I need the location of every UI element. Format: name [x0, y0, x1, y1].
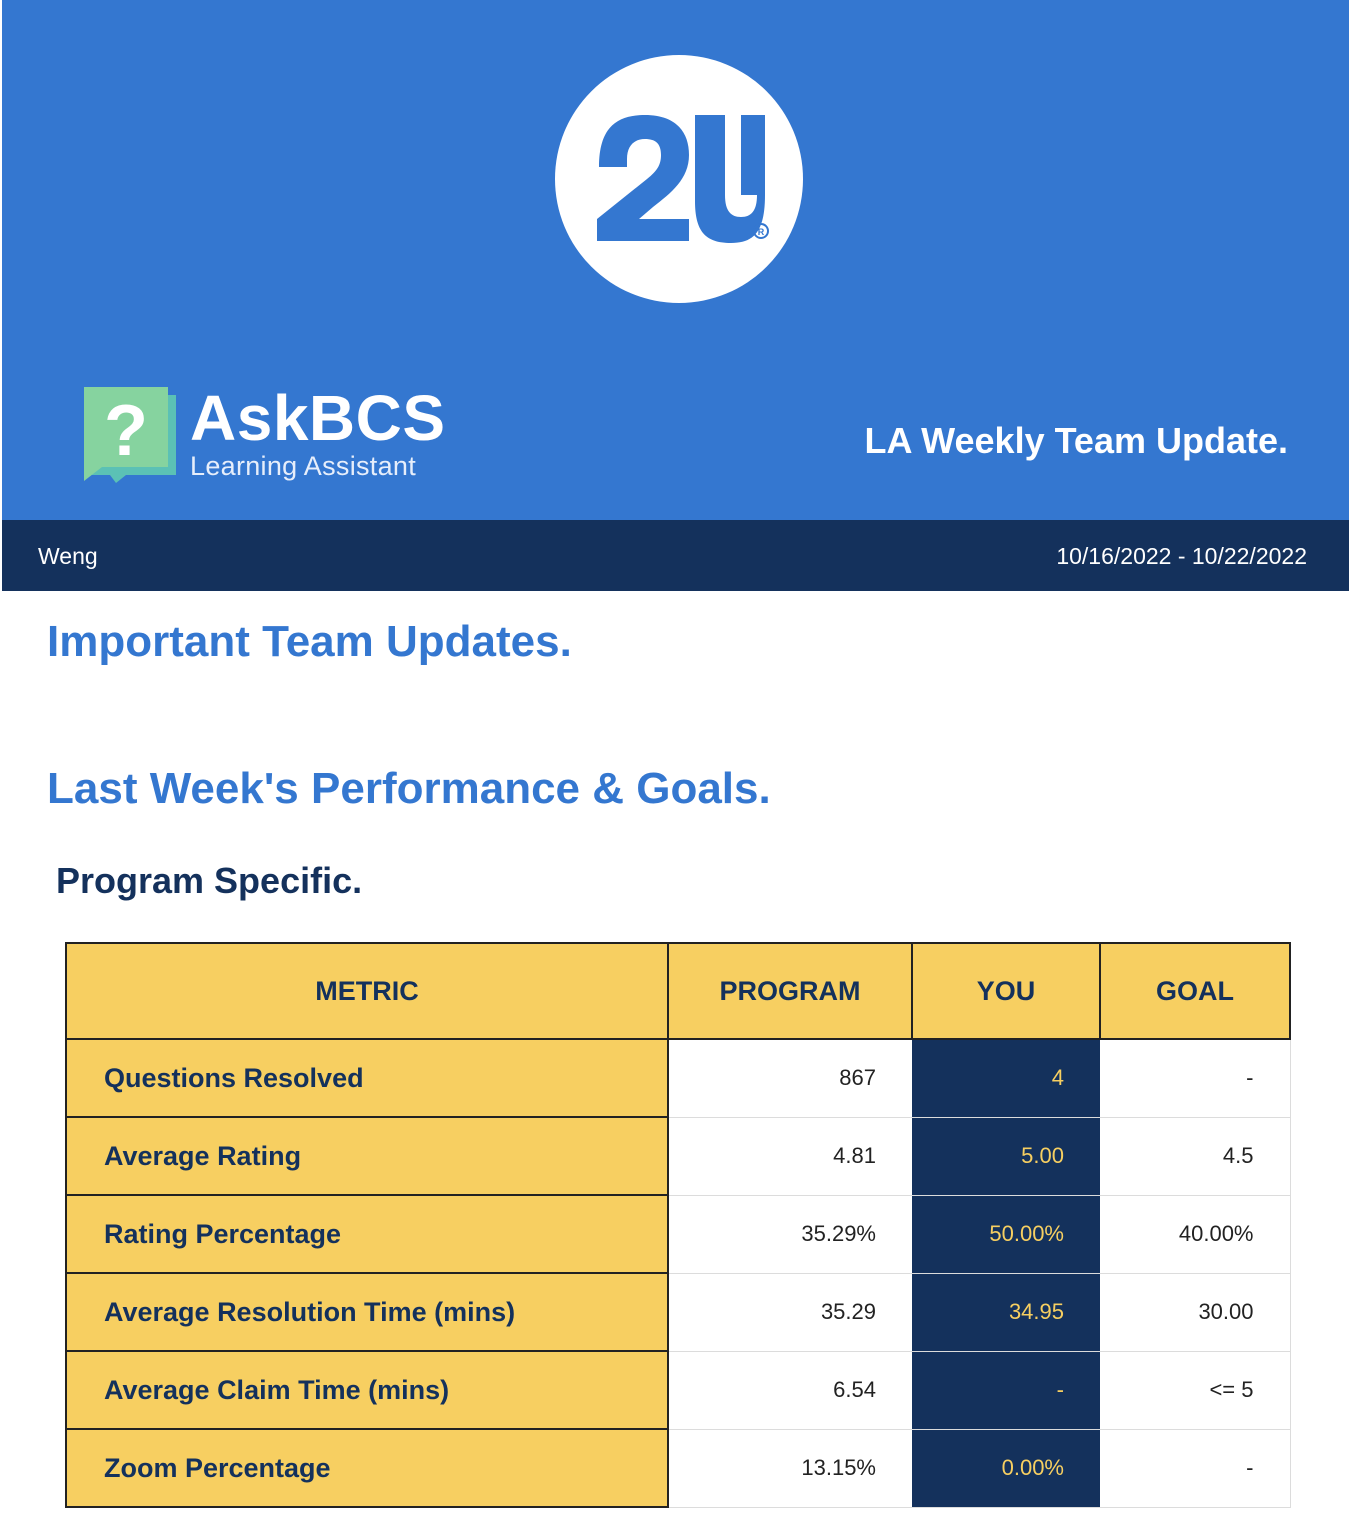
- goal-value: -: [1100, 1429, 1291, 1508]
- question-mark-icon: ?: [104, 391, 148, 471]
- 2u-logo-mark: R: [597, 115, 769, 243]
- program-specific-heading: Program Specific.: [56, 860, 363, 901]
- column-header-metric: METRIC: [65, 942, 669, 1040]
- program-value: 35.29: [668, 1273, 912, 1352]
- program-value: 4.81: [668, 1117, 912, 1196]
- header-title: LA Weekly Team Update.: [864, 420, 1288, 461]
- table-row: Questions Resolved 867 4 -: [65, 1039, 1291, 1118]
- goal-value: -: [1100, 1039, 1291, 1118]
- goal-value: <= 5: [1100, 1351, 1291, 1430]
- info-bar: Weng 10/16/2022 - 10/22/2022: [2, 520, 1349, 591]
- you-value: 0.00%: [912, 1429, 1100, 1508]
- askbcs-subtitle: Learning Assistant: [190, 451, 417, 481]
- table-row: Average Resolution Time (mins) 35.29 34.…: [65, 1273, 1291, 1352]
- metric-name: Rating Percentage: [65, 1195, 669, 1274]
- svg-text:?: ?: [104, 391, 148, 471]
- goal-value: 4.5: [1100, 1117, 1291, 1196]
- metric-name: Zoom Percentage: [65, 1429, 669, 1508]
- table-header-row: METRIC PROGRAM YOU GOAL: [65, 942, 1291, 1040]
- performance-heading: Last Week's Performance & Goals.: [47, 764, 771, 813]
- column-header-program: PROGRAM: [667, 942, 913, 1040]
- column-header-you: YOU: [911, 942, 1101, 1040]
- program-value: 867: [668, 1039, 912, 1118]
- table-row: Zoom Percentage 13.15% 0.00% -: [65, 1429, 1291, 1508]
- you-value: 4: [912, 1039, 1100, 1118]
- recipient-name: Weng: [38, 543, 98, 569]
- table-row: Rating Percentage 35.29% 50.00% 40.00%: [65, 1195, 1291, 1274]
- you-value: -: [912, 1351, 1100, 1430]
- goal-value: 30.00: [1100, 1273, 1291, 1352]
- metric-name: Average Resolution Time (mins): [65, 1273, 669, 1352]
- program-value: 6.54: [668, 1351, 912, 1430]
- 2u-logo: R: [555, 55, 803, 303]
- goal-value: 40.00%: [1100, 1195, 1291, 1274]
- column-header-goal: GOAL: [1099, 942, 1291, 1040]
- program-value: 13.15%: [668, 1429, 912, 1508]
- metric-name: Average Claim Time (mins): [65, 1351, 669, 1430]
- you-value: 5.00: [912, 1117, 1100, 1196]
- svg-text:R: R: [758, 227, 765, 237]
- team-updates-heading: Important Team Updates.: [47, 617, 572, 666]
- program-value: 35.29%: [668, 1195, 912, 1274]
- metric-name: Average Rating: [65, 1117, 669, 1196]
- metric-name: Questions Resolved: [65, 1039, 669, 1118]
- email-header: R ? AskBCS Learning Assistant LA Weekly …: [2, 0, 1349, 520]
- table-row: Average Claim Time (mins) 6.54 - <= 5: [65, 1351, 1291, 1430]
- askbcs-badge: ?: [84, 387, 176, 483]
- you-value: 50.00%: [912, 1195, 1100, 1274]
- date-range: 10/16/2022 - 10/22/2022: [1056, 543, 1307, 569]
- metrics-table: METRIC PROGRAM YOU GOAL Questions Resolv…: [65, 942, 1291, 1508]
- askbcs-title: AskBCS: [190, 382, 446, 454]
- you-value: 34.95: [912, 1273, 1100, 1352]
- table-row: Average Rating 4.81 5.00 4.5: [65, 1117, 1291, 1196]
